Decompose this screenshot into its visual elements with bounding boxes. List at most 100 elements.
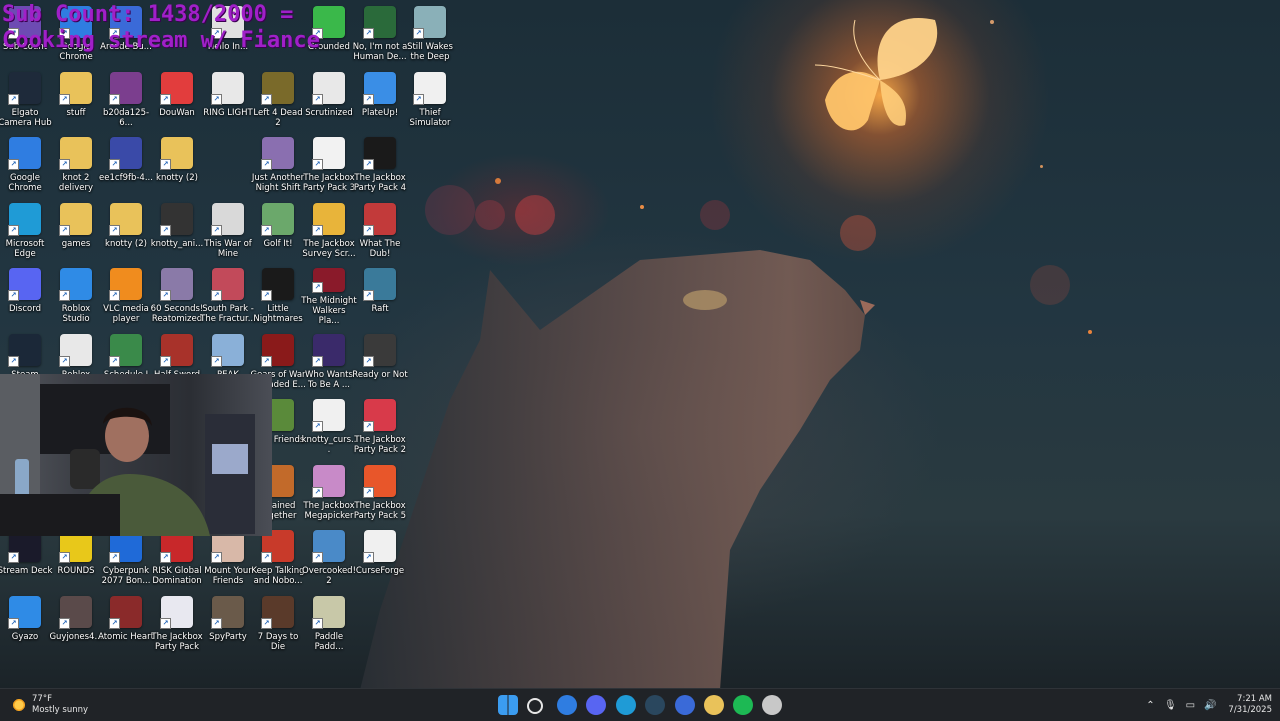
desktop-icon[interactable]: ↗ 60 Seconds! Reatomized xyxy=(151,264,203,326)
app-store-icon[interactable] xyxy=(675,695,695,715)
desktop-icon[interactable]: ↗ b20da125-6... xyxy=(100,68,152,130)
roblox-icon: ↗ xyxy=(59,333,92,367)
weather-widget[interactable]: 77°F Mostly sunny xyxy=(12,693,88,717)
shortcut-arrow-icon: ↗ xyxy=(109,159,120,170)
game-icon: ↗ xyxy=(363,202,396,236)
desktop-icon[interactable]: ↗ knotty (2) xyxy=(100,199,152,261)
desktop-icon[interactable]: ↗ knot 2 delivery xyxy=(50,133,102,195)
chrome-icon[interactable] xyxy=(557,695,577,715)
desktop-icon[interactable]: ↗ knotty (2) xyxy=(151,133,203,195)
desktop-icon[interactable]: ↗ VLC media player xyxy=(100,264,152,326)
desktop-icon[interactable]: ↗ Raft xyxy=(354,264,406,326)
shortcut-arrow-icon: ↗ xyxy=(59,552,70,563)
desktop-icon[interactable]: ↗ Atomic Heart xyxy=(98,592,154,654)
desktop-icon[interactable]: ↗ knotty_curs... xyxy=(302,395,356,457)
desktop-icon[interactable]: ↗ Roblox Studio xyxy=(50,264,102,326)
desktop-icon[interactable]: ↗ Golf It! xyxy=(252,199,304,261)
desktop-icon[interactable]: ↗ ee1cf9fb-4... xyxy=(99,133,153,195)
desktop-icon[interactable]: ↗ Scrutinized xyxy=(303,68,355,130)
game-icon: ↗ xyxy=(160,333,193,367)
jackbox-icon: ↗ xyxy=(160,595,193,629)
game-icon: ↗ xyxy=(211,333,244,367)
desktop-icon[interactable]: ↗ Paddle Padd... xyxy=(303,592,355,654)
desktop-icon[interactable]: ↗ The Midnight Walkers Pla... xyxy=(301,264,357,326)
game-icon: ↗ xyxy=(312,268,345,293)
desktop-icon-label: Overcooked! 2 xyxy=(302,566,356,586)
monitor-icon[interactable]: ▭ xyxy=(1182,697,1198,713)
desktop-icon[interactable]: ↗ Guyjones4... xyxy=(49,592,103,654)
weather-temp: 77°F xyxy=(32,694,52,704)
desktop-icon-label: knotty (2) xyxy=(156,173,198,183)
windows-start-icon[interactable] xyxy=(498,695,518,715)
desktop-icon[interactable]: ↗ The Jackbox Party Pack 3 xyxy=(303,133,355,195)
desktop-icon-label: The Midnight Walkers Pla... xyxy=(301,296,357,326)
desktop-icon[interactable]: ↗ Ready or Not xyxy=(352,330,408,392)
desktop-icon[interactable]: ↗ Gyazo xyxy=(0,592,51,654)
desktop-icon[interactable]: ↗ What The Dub! xyxy=(354,199,406,261)
desktop-icon[interactable]: ↗ DouWan xyxy=(151,68,203,130)
desktop-icon[interactable]: ↗ RING LIGHT xyxy=(202,68,254,130)
microphone-icon[interactable]: 🎙 xyxy=(1162,697,1178,713)
search-icon[interactable] xyxy=(527,698,543,714)
folder-icon: ↗ xyxy=(59,137,92,170)
game-icon: ↗ xyxy=(109,333,142,367)
desktop-icon[interactable]: ↗ The Jackbox Party Pack 2 xyxy=(354,395,406,457)
desktop-icon[interactable]: ↗ Just Another Night Shift xyxy=(252,133,304,195)
discord-icon[interactable] xyxy=(586,695,606,715)
desktop-icon[interactable]: ↗ Who Wants To Be A ... xyxy=(303,330,355,392)
game-icon: ↗ xyxy=(413,71,446,105)
spotify-icon[interactable] xyxy=(733,695,753,715)
speaker-icon[interactable]: 🔊 xyxy=(1202,697,1218,713)
desktop-icon[interactable]: ↗ 7 Days to Die xyxy=(252,592,304,654)
desktop-icon[interactable]: ↗ stuff xyxy=(50,68,102,130)
desktop-icon[interactable]: ↗ Discord xyxy=(0,264,51,326)
desktop-icon-label: Elgato Camera Hub xyxy=(0,107,52,128)
webcam-feed xyxy=(0,374,272,536)
desktop-icon[interactable]: ↗ Left 4 Dead 2 xyxy=(252,68,304,130)
desktop-icon[interactable]: ↗ The Jackbox Party Pack 5 xyxy=(354,461,406,523)
desktop-icon[interactable]: ↗ CurseForge xyxy=(354,526,406,588)
desktop-icon[interactable]: ↗ South Park - The Fractur... xyxy=(200,264,256,326)
desktop-icon[interactable]: ↗ The Jackbox Party Pack 4 xyxy=(354,133,406,195)
shortcut-arrow-icon: ↗ xyxy=(160,290,171,301)
chevron-up-icon[interactable]: ⌃ xyxy=(1142,697,1158,713)
desktop-icon[interactable]: ↗ Thief Simulator xyxy=(404,68,456,130)
desktop-icon[interactable]: ↗ Google Chrome xyxy=(0,133,51,195)
desktop-icon[interactable]: ↗ games xyxy=(50,199,102,261)
jackbox-icon: ↗ xyxy=(363,137,396,170)
system-tray: ⌃ 🎙 ▭ 🔊 7:21 AM 7/31/2025 xyxy=(1140,689,1272,721)
file-explorer-icon[interactable] xyxy=(704,695,724,715)
desktop-icon-label: SpyParty xyxy=(209,631,247,642)
curseforge-icon: ↗ xyxy=(363,530,396,563)
desktop-icon[interactable]: ↗ SpyParty xyxy=(202,592,254,654)
shortcut-arrow-icon: ↗ xyxy=(59,355,70,367)
clock[interactable]: 7:21 AM 7/31/2025 xyxy=(1228,694,1272,716)
steam-icon[interactable] xyxy=(645,695,665,715)
desktop-icon[interactable]: ↗ The Jackbox Megapicker xyxy=(303,461,355,523)
shortcut-arrow-icon: ↗ xyxy=(363,355,374,367)
desktop-icon-label: Keep Talking and Nobo... xyxy=(251,566,305,586)
shortcut-arrow-icon: ↗ xyxy=(363,486,374,498)
desktop-icon-label: The Jackbox Survey Scr... xyxy=(302,238,356,259)
desktop-icon[interactable]: ↗ Still Wakes the Deep xyxy=(404,2,456,64)
game-icon: ↗ xyxy=(312,530,345,563)
bokeh-light xyxy=(700,200,730,230)
desktop-icon[interactable]: ↗ Microsoft Edge xyxy=(0,199,51,261)
desktop-icon-label: CurseForge xyxy=(355,566,405,576)
edge-icon[interactable] xyxy=(616,695,636,715)
desktop-icon[interactable]: ↗ Elgato Camera Hub xyxy=(0,68,52,130)
desktop-icon[interactable]: ↗ The Jackbox Survey Scr... xyxy=(302,199,356,261)
shortcut-arrow-icon: ↗ xyxy=(261,159,272,170)
desktop-icon-label: knot 2 delivery xyxy=(58,173,94,193)
clock-app-icon[interactable] xyxy=(762,695,782,715)
desktop-icon[interactable]: ↗ The Jackbox Party Pack xyxy=(151,592,203,654)
stream-overlay: Sub Count: 1438/2000 = Cooking stream w/… xyxy=(2,2,320,54)
desktop-icon[interactable]: ↗ This War of Mine xyxy=(202,199,254,261)
webcam-scene xyxy=(0,374,255,536)
desktop-icon[interactable]: ↗ PlateUp! xyxy=(354,68,406,130)
desktop-icon[interactable]: ↗ knotty_ani... xyxy=(151,199,203,261)
desktop-icon-label: What The Dub! xyxy=(359,238,401,259)
desktop-icon[interactable]: ↗ Little Nightmares xyxy=(252,264,304,326)
desktop-icon[interactable]: ↗ No, I'm not a Human De... xyxy=(353,2,407,64)
desktop-icon[interactable]: ↗ Overcooked! 2 xyxy=(302,526,356,588)
